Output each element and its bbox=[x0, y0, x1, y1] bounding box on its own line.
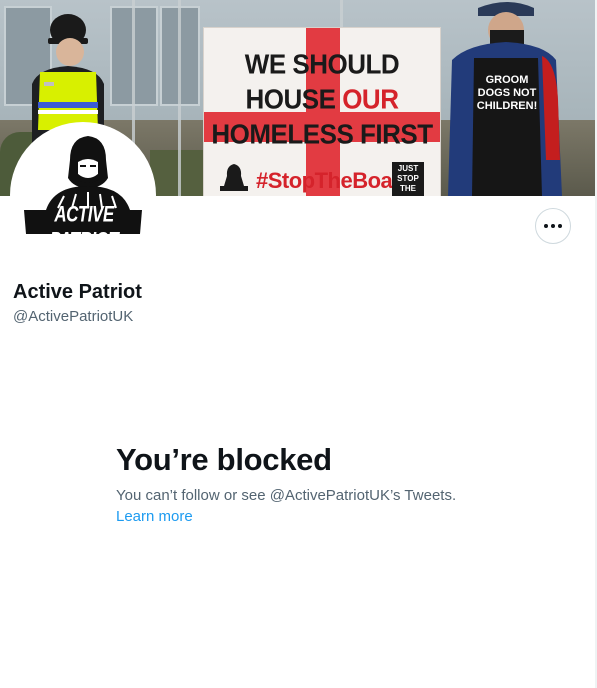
banner-sign-word: HOUSE bbox=[245, 83, 343, 115]
blocked-title: You’re blocked bbox=[116, 442, 332, 477]
profile-handle: @ActivePatriotUK bbox=[13, 308, 134, 325]
banner-sign-line: WE SHOULD bbox=[244, 48, 400, 80]
banner-sign-word: OUR bbox=[342, 83, 399, 115]
blocked-message: You can’t follow or see @ActivePatriotUK… bbox=[116, 487, 457, 504]
more-horizontal-icon bbox=[544, 224, 562, 228]
banner-just-stop-badge: JUST STOP THE bbox=[392, 162, 424, 196]
banner-fence-post bbox=[178, 0, 181, 196]
learn-more-link[interactable]: Learn more bbox=[116, 508, 193, 525]
banner-sign-line: HOUSE OUR bbox=[204, 84, 440, 113]
avatar-logo-text: ACTIVE PATRIOT bbox=[49, 202, 119, 253]
banner-mini-logo bbox=[220, 164, 248, 191]
banner-sign-line: HOMELESS FIRST bbox=[211, 118, 433, 150]
banner-fence-post bbox=[340, 0, 343, 30]
banner-hashtag: #StopTheBoats bbox=[256, 168, 411, 193]
banner-protest-sign: WE SHOULD HOUSE OUR HOMELESS FIRST #Stop… bbox=[204, 28, 440, 196]
more-options-button[interactable] bbox=[535, 208, 571, 244]
profile-display-name: Active Patriot bbox=[13, 281, 142, 303]
banner-protester-sign-text: GROOM DOGS NOT CHILDREN! bbox=[476, 74, 538, 112]
profile-avatar[interactable]: ACTIVE PATRIOT bbox=[10, 122, 156, 268]
